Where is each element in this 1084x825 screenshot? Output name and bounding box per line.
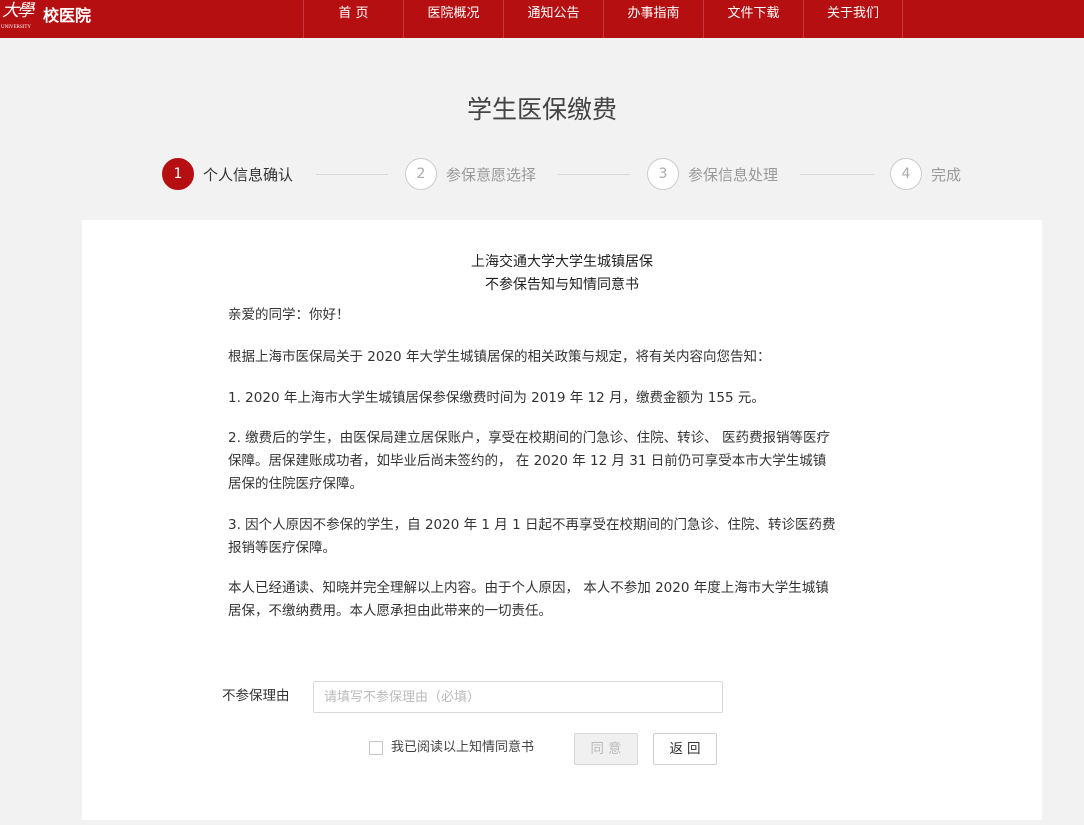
nav-item-notices[interactable]: 通知公告 [503, 0, 603, 38]
nav-item-downloads[interactable]: 文件下载 [703, 0, 803, 38]
agree-button[interactable]: 同意 [574, 733, 638, 765]
step-1: 1 个人信息确认 [162, 158, 293, 190]
nav-item-home[interactable]: 首 页 [303, 0, 403, 38]
greeting-text: 亲爱的同学：你好！ [228, 307, 350, 323]
step-label: 参保意愿选择 [446, 165, 537, 184]
declaration-text: 本人已经通读、知晓并完全理解以上内容。由于个人原因， 本人不参加 2020 年度… [228, 580, 829, 619]
step-connector [800, 174, 874, 175]
document-title-line2: 不参保告知与知情同意书 [485, 277, 639, 293]
notice-item-1: 1. 2020 年上海市大学生城镇居保参保缴费时间为 2019 年 12 月，缴… [228, 390, 765, 406]
reason-label: 不参保理由 [222, 688, 290, 704]
notice-item-2: 2. 缴费后的学生，由医保局建立居保账户，享受在校期间的门急诊、住院、转诊、 医… [228, 430, 830, 492]
page-title: 学生医保缴费 [466, 95, 617, 124]
back-button[interactable]: 返回 [653, 733, 717, 765]
step-2: 2 参保意愿选择 [405, 158, 536, 190]
step-4: 4 完成 [890, 158, 961, 190]
intro-text: 根据上海市医保局关于 2020 年大学生城镇居保的相关政策与规定，将有关内容向您… [228, 349, 771, 365]
logo-glyph: 大學 [2, 1, 34, 21]
step-label: 参保信息处理 [688, 165, 779, 184]
top-navbar: 大學 UNIVERSITY 校医院 首 页 医院概况 通知公告 办事指南 文件下… [0, 0, 1084, 38]
main-nav: 首 页 医院概况 通知公告 办事指南 文件下载 关于我们 [303, 0, 903, 38]
step-connector [316, 174, 388, 175]
consent-card: 上海交通大学大学生城镇居保 不参保告知与知情同意书 亲爱的同学：你好！ 根据上海… [82, 220, 1042, 820]
step-number: 2 [405, 158, 437, 190]
agree-checkbox[interactable] [369, 741, 383, 755]
nav-item-about[interactable]: 关于我们 [803, 0, 903, 38]
step-label: 个人信息确认 [203, 165, 294, 184]
document-title-line1: 上海交通大学大学生城镇居保 [471, 254, 653, 270]
logo-subtitle: UNIVERSITY [1, 25, 31, 30]
step-number: 1 [162, 158, 194, 190]
step-number: 4 [890, 158, 922, 190]
reason-input[interactable] [313, 681, 723, 713]
nav-item-overview[interactable]: 医院概况 [403, 0, 503, 38]
step-number: 3 [647, 158, 679, 190]
site-name[interactable]: 校医院 [43, 6, 91, 26]
university-logo[interactable]: 大學 UNIVERSITY [0, 0, 36, 38]
nav-item-guide[interactable]: 办事指南 [603, 0, 703, 38]
step-3: 3 参保信息处理 [647, 158, 778, 190]
agree-label[interactable]: 我已阅读以上知情同意书 [391, 738, 534, 758]
step-connector [558, 174, 630, 175]
step-label: 完成 [931, 165, 962, 184]
notice-item-3: 3. 因个人原因不参保的学生，自 2020 年 1 月 1 日起不再享受在校期间… [228, 517, 836, 556]
